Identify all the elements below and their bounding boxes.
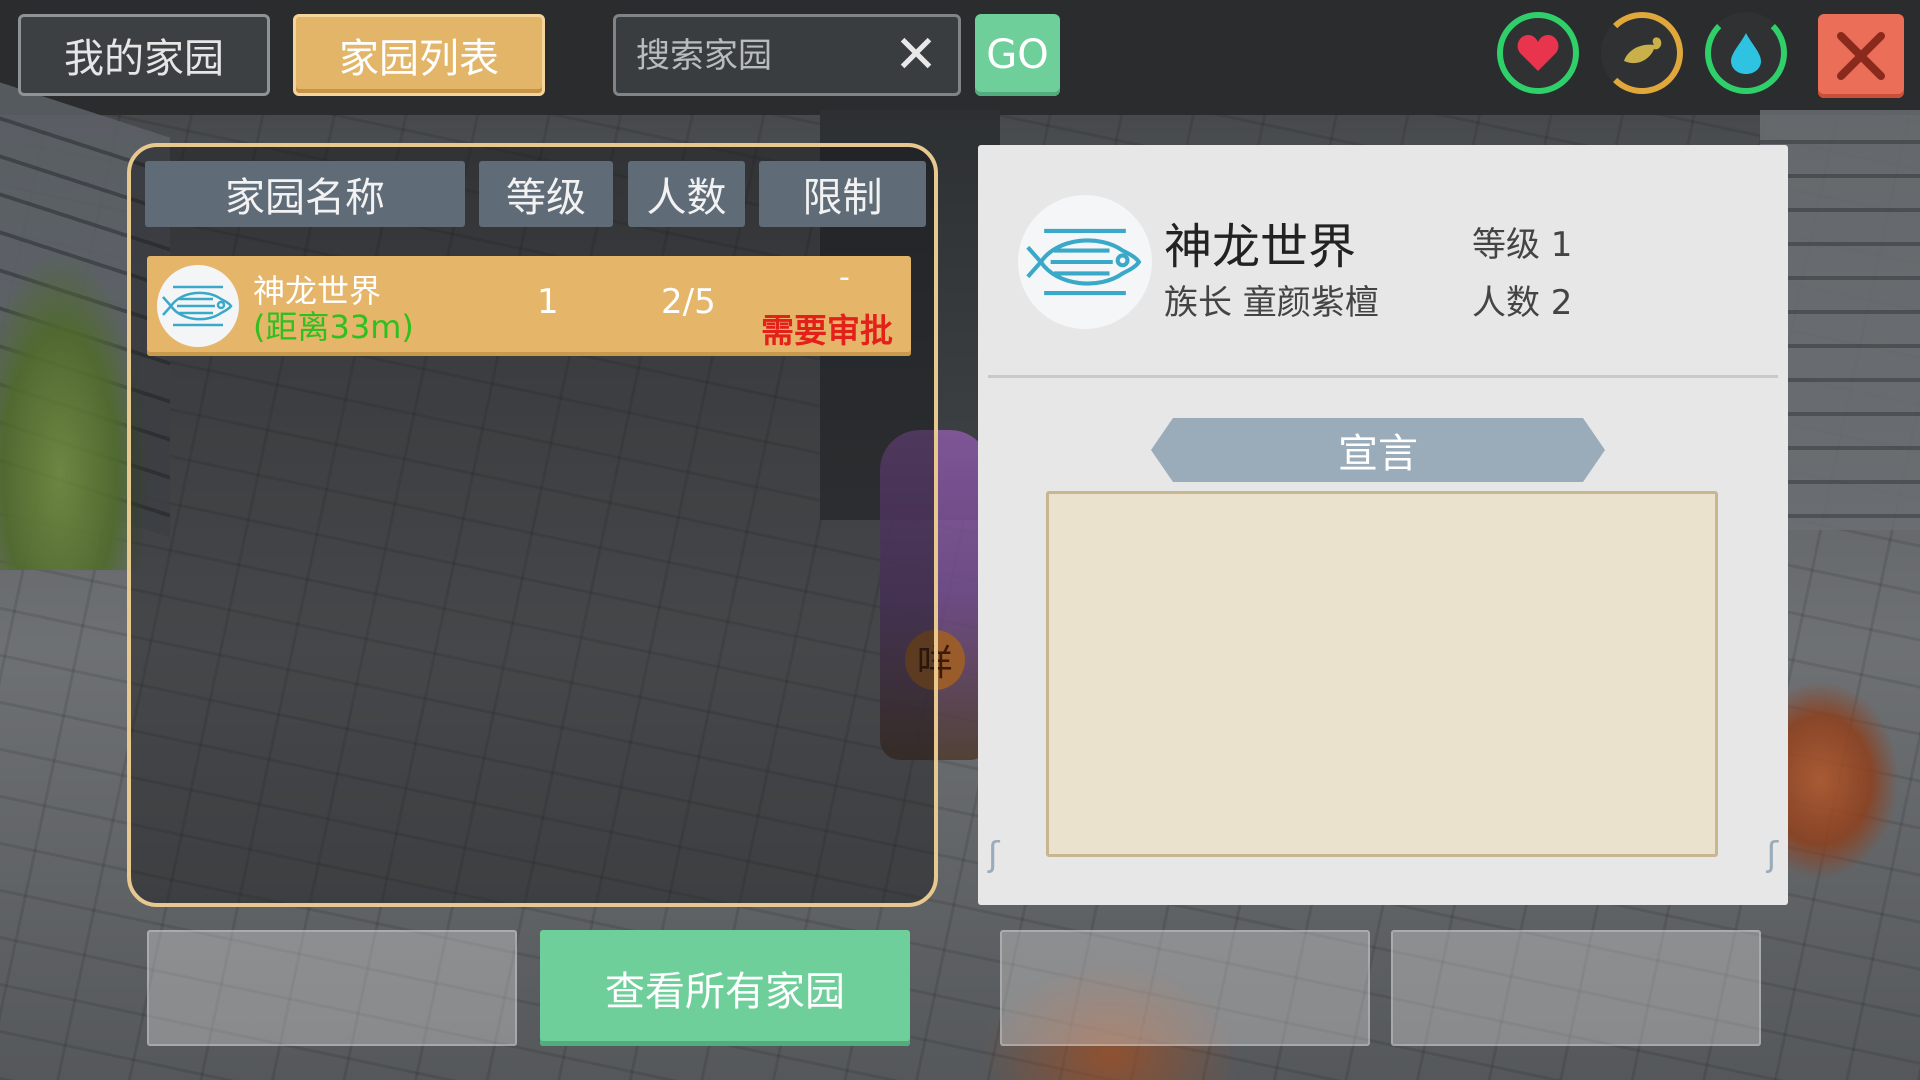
column-header-level[interactable]: 等级 bbox=[479, 161, 613, 227]
column-header-limit[interactable]: 限制 bbox=[759, 161, 926, 227]
go-button[interactable]: GO bbox=[975, 14, 1060, 96]
tab-home-list[interactable]: 家园列表 bbox=[293, 14, 545, 96]
food-icon bbox=[1624, 37, 1662, 64]
home-distance: (距离33m) bbox=[253, 308, 414, 346]
detail-level: 等级 1 bbox=[1472, 225, 1573, 265]
view-all-homes-button[interactable]: 查看所有家园 bbox=[540, 930, 910, 1046]
tab-my-home[interactable]: 我的家园 bbox=[18, 14, 270, 96]
scroll-ornament-right-icon: ʃ bbox=[1766, 835, 1778, 875]
scroll-ornament-left-icon: ʃ bbox=[988, 835, 1000, 875]
home-level: 1 bbox=[537, 282, 559, 322]
home-detail-panel: 神龙世界 族长 童颜紫檀 等级 1 人数 2 宣言 ʃ ʃ bbox=[978, 145, 1788, 905]
thirst-status bbox=[1705, 12, 1787, 94]
detail-avatar bbox=[1018, 195, 1152, 329]
empty-button-slot-1 bbox=[147, 930, 517, 1046]
home-members: 2/5 bbox=[661, 282, 716, 322]
clear-search-icon[interactable]: ✕ bbox=[890, 27, 942, 83]
detail-members: 人数 2 bbox=[1472, 283, 1573, 323]
declaration-box bbox=[1046, 491, 1718, 857]
detail-leader: 族长 童颜紫檀 bbox=[1164, 283, 1379, 323]
close-button[interactable] bbox=[1818, 14, 1904, 98]
fish-emblem-icon bbox=[1026, 228, 1142, 296]
declaration-title: 宣言 bbox=[1151, 418, 1605, 482]
divider bbox=[988, 375, 1778, 378]
health-status bbox=[1497, 12, 1579, 94]
close-icon bbox=[1837, 32, 1885, 80]
home-list-panel: 家园名称 等级 人数 限制 神龙世界 (距离33m) 1 2/5 - 需要审批 bbox=[127, 143, 938, 907]
fish-emblem-icon bbox=[162, 285, 233, 327]
water-icon bbox=[1731, 33, 1761, 74]
home-list-row[interactable]: 神龙世界 (距离33m) 1 2/5 - 需要审批 bbox=[147, 256, 911, 356]
empty-button-slot-2 bbox=[1000, 930, 1370, 1046]
hunger-status bbox=[1601, 12, 1683, 94]
home-avatar bbox=[157, 265, 239, 347]
search-input[interactable] bbox=[634, 17, 898, 95]
column-header-members[interactable]: 人数 bbox=[628, 161, 745, 227]
empty-button-slot-3 bbox=[1391, 930, 1761, 1046]
search-box: ✕ bbox=[613, 14, 961, 96]
home-limit-dash: - bbox=[839, 260, 850, 295]
detail-home-name: 神龙世界 bbox=[1164, 219, 1357, 275]
home-limit: 需要审批 bbox=[761, 311, 893, 350]
column-header-name[interactable]: 家园名称 bbox=[145, 161, 465, 227]
heart-icon bbox=[1517, 35, 1559, 71]
